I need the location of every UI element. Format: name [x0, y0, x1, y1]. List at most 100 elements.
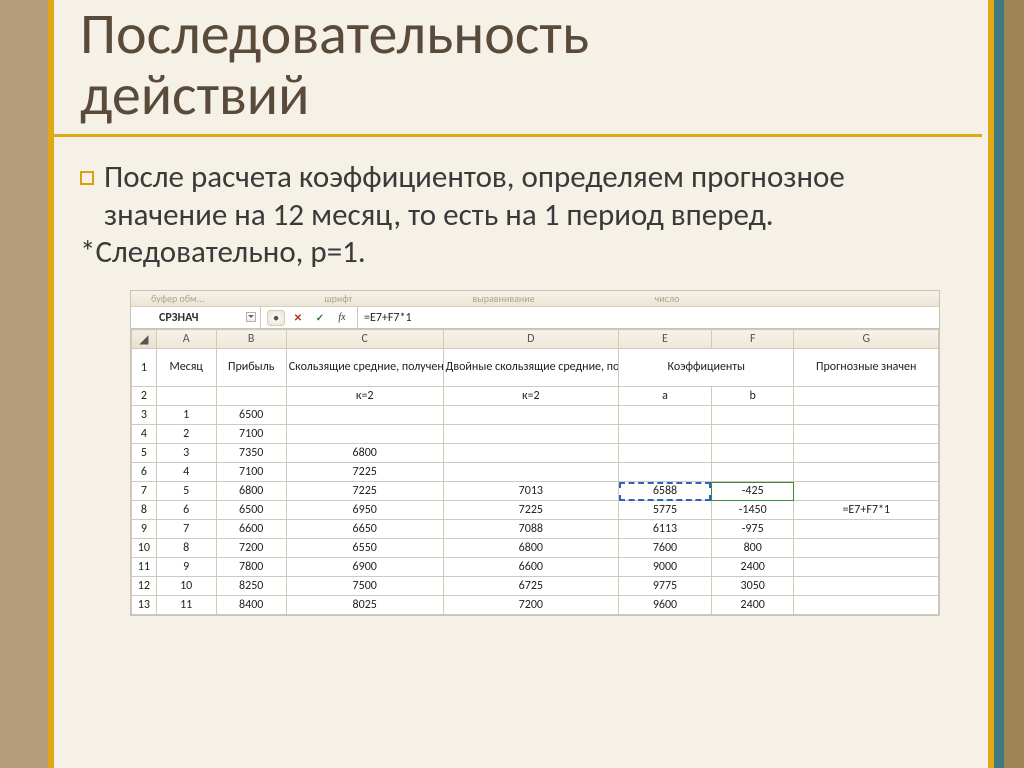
fx-icon[interactable]: fx [333, 310, 351, 326]
col-header[interactable]: B [216, 330, 286, 349]
cell[interactable]: Прогнозные значен [794, 349, 939, 387]
cell[interactable]: к=2 [286, 387, 443, 406]
cell[interactable]: 3 [156, 444, 216, 463]
cell[interactable]: 8 [156, 539, 216, 558]
cell[interactable]: 10 [156, 577, 216, 596]
cell[interactable]: 6650 [286, 520, 443, 539]
accept-formula-button[interactable]: ✓ [311, 310, 329, 326]
cell[interactable]: 7088 [443, 520, 618, 539]
cell[interactable] [794, 444, 939, 463]
cell[interactable]: Двойные скользящие средние, полученные с [443, 349, 618, 387]
cell[interactable] [619, 463, 712, 482]
col-header[interactable]: G [794, 330, 939, 349]
cell[interactable]: b [711, 387, 794, 406]
cell[interactable]: 8250 [216, 577, 286, 596]
cell[interactable]: 5 [156, 482, 216, 501]
cell[interactable]: 6600 [443, 558, 618, 577]
cell[interactable] [286, 406, 443, 425]
cell[interactable] [619, 425, 712, 444]
cell[interactable] [286, 425, 443, 444]
cancel-formula-button[interactable]: ✕ [289, 310, 307, 326]
row-header[interactable]: 11 [132, 558, 157, 577]
cell[interactable]: 9000 [619, 558, 712, 577]
row-header[interactable]: 4 [132, 425, 157, 444]
cell[interactable] [711, 406, 794, 425]
row-header[interactable]: 1 [132, 349, 157, 387]
cell[interactable]: 6800 [443, 539, 618, 558]
row-header[interactable]: 13 [132, 596, 157, 615]
name-box-dropdown-icon[interactable] [246, 312, 256, 322]
cell[interactable]: 6600 [216, 520, 286, 539]
col-header[interactable]: D [443, 330, 618, 349]
cell[interactable]: 7800 [216, 558, 286, 577]
cell[interactable]: 6800 [216, 482, 286, 501]
cell[interactable] [711, 463, 794, 482]
cell[interactable] [156, 387, 216, 406]
cell[interactable] [794, 425, 939, 444]
cell[interactable] [443, 444, 618, 463]
row-header[interactable]: 8 [132, 501, 157, 520]
cell[interactable]: 2 [156, 425, 216, 444]
cell[interactable] [619, 444, 712, 463]
cell[interactable] [794, 482, 939, 501]
spreadsheet-grid[interactable]: ◢ A B C D E F G 1 Месяц Прибыль Скользящ… [131, 329, 939, 615]
row-header[interactable]: 5 [132, 444, 157, 463]
cell[interactable]: 6800 [286, 444, 443, 463]
cell[interactable]: 7200 [216, 539, 286, 558]
cell[interactable]: 8025 [286, 596, 443, 615]
cell[interactable]: 3050 [711, 577, 794, 596]
cell[interactable] [216, 387, 286, 406]
cell[interactable]: 7225 [286, 482, 443, 501]
col-header[interactable]: A [156, 330, 216, 349]
cell[interactable]: 9 [156, 558, 216, 577]
cell[interactable]: к=2 [443, 387, 618, 406]
cell[interactable]: 11 [156, 596, 216, 615]
cell[interactable]: Скользящие средние, полученные с [286, 349, 443, 387]
cell[interactable]: 9600 [619, 596, 712, 615]
cell[interactable] [443, 406, 618, 425]
row-header[interactable]: 12 [132, 577, 157, 596]
row-header[interactable]: 9 [132, 520, 157, 539]
cell[interactable] [443, 463, 618, 482]
cell[interactable]: Месяц [156, 349, 216, 387]
cell[interactable]: 6113 [619, 520, 712, 539]
col-header[interactable]: C [286, 330, 443, 349]
cell[interactable] [794, 577, 939, 596]
cell[interactable]: 7200 [443, 596, 618, 615]
cell[interactable]: Прибыль [216, 349, 286, 387]
cell[interactable]: 7600 [619, 539, 712, 558]
active-cell[interactable]: =E7+F7*1 [794, 501, 939, 520]
row-header[interactable]: 2 [132, 387, 157, 406]
cell[interactable]: 6900 [286, 558, 443, 577]
formula-input[interactable]: =E7+F7*1 [358, 307, 939, 328]
cell[interactable] [794, 406, 939, 425]
cell[interactable] [619, 406, 712, 425]
cell[interactable] [443, 425, 618, 444]
cell[interactable]: 2400 [711, 558, 794, 577]
cell[interactable]: 6500 [216, 406, 286, 425]
cell[interactable] [794, 463, 939, 482]
cell[interactable]: -975 [711, 520, 794, 539]
row-header[interactable]: 6 [132, 463, 157, 482]
row-header[interactable]: 3 [132, 406, 157, 425]
cell[interactable]: 9775 [619, 577, 712, 596]
cell[interactable]: 6550 [286, 539, 443, 558]
cell[interactable]: 7100 [216, 425, 286, 444]
cell[interactable]: -1450 [711, 501, 794, 520]
fx-round-icon[interactable]: ● [267, 310, 285, 326]
cell-highlight[interactable] [794, 596, 939, 615]
cell[interactable]: 2400 [711, 596, 794, 615]
cell[interactable]: a [619, 387, 712, 406]
cell[interactable]: 5775 [619, 501, 712, 520]
cell[interactable] [711, 425, 794, 444]
cell[interactable] [794, 539, 939, 558]
col-header[interactable]: E [619, 330, 712, 349]
cell[interactable]: 6725 [443, 577, 618, 596]
cell[interactable]: 800 [711, 539, 794, 558]
cell[interactable]: 1 [156, 406, 216, 425]
cell[interactable] [794, 387, 939, 406]
cell[interactable]: 6950 [286, 501, 443, 520]
col-header[interactable]: F [711, 330, 794, 349]
cell[interactable] [794, 520, 939, 539]
cell[interactable]: 7225 [443, 501, 618, 520]
